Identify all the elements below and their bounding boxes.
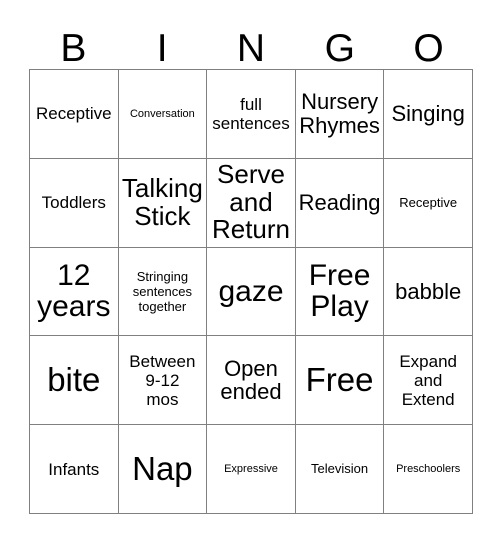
bingo-cell-label: Between 9-12 mos	[129, 351, 196, 409]
bingo-cell-label: Open ended	[220, 355, 282, 405]
bingo-cell-r4c3[interactable]: Open ended	[207, 336, 296, 426]
bingo-cell-r5c4[interactable]: Television	[295, 425, 385, 514]
bingo-cell-r5c1[interactable]: Infants	[30, 425, 119, 514]
bingo-cell-r2c3[interactable]: Serve and Return	[207, 158, 296, 248]
bingo-cell-label: Receptive	[399, 195, 458, 211]
bingo-cell-r3c5[interactable]: babble	[384, 247, 473, 337]
bingo-cell-label: bite	[47, 361, 101, 399]
bingo-cell-r2c1[interactable]: Toddlers	[30, 158, 119, 248]
bingo-cell-label: Receptive	[35, 104, 112, 124]
bingo-cell-r1c4[interactable]: Nursery Rhymes	[295, 70, 385, 159]
bingo-row: bite Between 9-12 mos Open ended Free Ex…	[30, 336, 473, 426]
bingo-card: B I N G O Receptive Conversation full se…	[0, 0, 500, 544]
bingo-cell-r4c5[interactable]: Expand and Extend	[384, 336, 473, 426]
bingo-cell-label: Expand and Extend	[399, 351, 457, 409]
bingo-cell-r4c4[interactable]: Free	[295, 336, 385, 426]
bingo-cell-r1c1[interactable]: Receptive	[30, 70, 119, 159]
bingo-cell-label: Reading	[298, 189, 381, 215]
bingo-cell-label: Expressive	[224, 462, 278, 475]
bingo-cell-label: Conversation	[129, 107, 195, 120]
bingo-cell-r2c2[interactable]: Talking Stick	[118, 158, 208, 248]
bingo-row: Infants Nap Expressive Television Presch…	[30, 425, 473, 514]
bingo-cell-r3c2[interactable]: Stringing sentences together	[118, 247, 208, 337]
bingo-cell-label: Free	[305, 361, 374, 399]
header-letter-i: I	[156, 27, 168, 70]
bingo-cell-label: Television	[311, 461, 369, 477]
bingo-row: 12 years Stringing sentences together ga…	[30, 247, 473, 337]
bingo-cell-label: babble	[395, 278, 462, 304]
bingo-cell-r1c2[interactable]: Conversation	[118, 70, 208, 159]
bingo-row: Receptive Conversation full sentences Nu…	[30, 70, 473, 159]
header-letter-o: O	[413, 27, 444, 70]
bingo-cell-label: Nap	[132, 450, 193, 488]
bingo-cell-r4c1[interactable]: bite	[30, 336, 119, 426]
bingo-cell-label: Singing	[391, 101, 465, 127]
bingo-cell-label: 12 years	[37, 259, 111, 324]
bingo-cell-label: Talking Stick	[121, 173, 203, 231]
bingo-cell-r3c4[interactable]: Free Play	[295, 247, 385, 337]
bingo-cell-r3c3[interactable]: gaze	[207, 247, 296, 337]
bingo-cell-r5c2[interactable]: Nap	[118, 425, 208, 514]
bingo-grid: Receptive Conversation full sentences Nu…	[29, 69, 473, 514]
bingo-header-row: B I N G O	[29, 14, 473, 68]
bingo-cell-r2c5[interactable]: Receptive	[384, 158, 473, 248]
bingo-cell-label: Free Play	[308, 259, 371, 324]
header-letter-n: N	[236, 27, 266, 70]
bingo-cell-label: full sentences	[212, 94, 290, 133]
bingo-cell-r1c5[interactable]: Singing	[384, 70, 473, 159]
bingo-cell-label: Serve and Return	[211, 159, 290, 245]
bingo-cell-label: Nursery Rhymes	[299, 89, 380, 138]
bingo-cell-r4c2[interactable]: Between 9-12 mos	[118, 336, 208, 426]
bingo-cell-label: Toddlers	[41, 193, 106, 213]
bingo-cell-label: gaze	[218, 274, 284, 308]
bingo-cell-r2c4[interactable]: Reading	[295, 158, 385, 248]
bingo-cell-label: Infants	[48, 459, 100, 479]
bingo-row: Toddlers Talking Stick Serve and Return …	[30, 158, 473, 248]
bingo-cell-r5c3[interactable]: Expressive	[207, 425, 296, 514]
bingo-cell-r5c5[interactable]: Preschoolers	[384, 425, 473, 514]
header-letter-b: B	[60, 27, 87, 70]
bingo-cell-label: Stringing sentences together	[132, 268, 193, 315]
bingo-cell-r3c1[interactable]: 12 years	[30, 247, 119, 337]
bingo-cell-r1c3[interactable]: full sentences	[207, 70, 296, 159]
bingo-cell-label: Preschoolers	[396, 462, 461, 475]
header-letter-g: G	[324, 27, 355, 70]
